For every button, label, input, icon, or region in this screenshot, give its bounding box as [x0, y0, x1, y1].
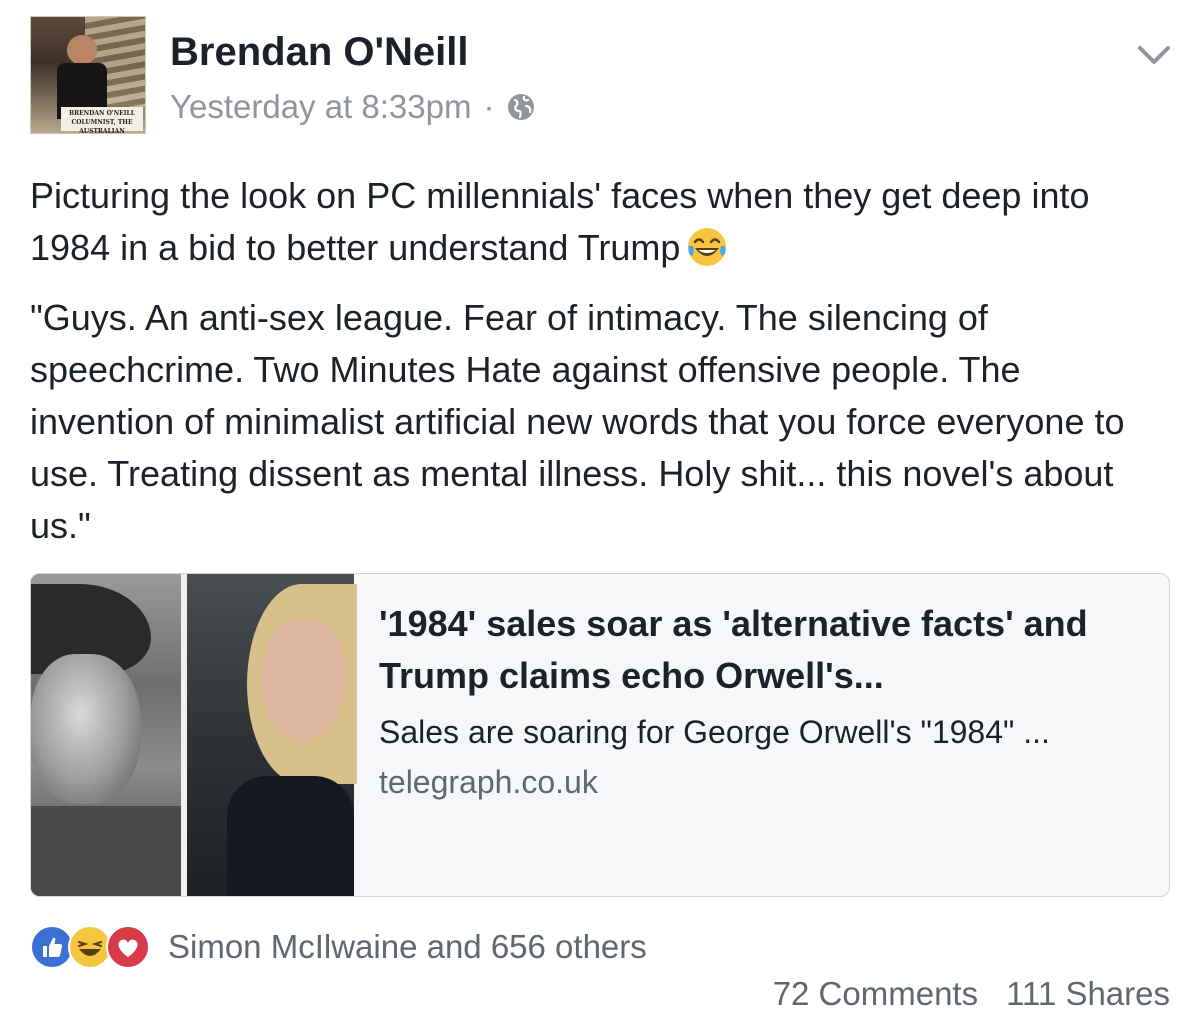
reactions-bar[interactable]: Simon McIlwaine and 656 others [30, 924, 647, 970]
tears-of-joy-emoji-icon [688, 228, 727, 266]
conway-photo [187, 574, 357, 896]
link-preview-text: '1984' sales soar as 'alternative facts'… [379, 598, 1159, 804]
author-avatar[interactable]: BRENDAN O'NEILL COLUMNIST, THE AUSTRALIA… [30, 16, 146, 134]
shares-count[interactable]: 111 Shares [1006, 975, 1170, 1012]
link-preview-card[interactable]: '1984' sales soar as 'alternative facts'… [30, 573, 1170, 897]
link-preview-image [31, 574, 357, 896]
post-text-1: Picturing the look on PC millennials' fa… [30, 175, 1090, 268]
post-body: Picturing the look on PC millennials' fa… [30, 170, 1170, 552]
photo-shape [31, 654, 141, 804]
meta-separator: · [483, 88, 495, 125]
love-icon [106, 925, 150, 969]
author-name[interactable]: Brendan O'Neill [170, 30, 468, 75]
photo-shape [227, 776, 354, 896]
post-text-paragraph-2: "Guys. An anti-sex league. Fear of intim… [30, 297, 1125, 546]
reactions-summary[interactable]: Simon McIlwaine and 656 others [168, 928, 647, 966]
post-timestamp[interactable]: Yesterday at 8:33pm [170, 88, 471, 126]
feed-post: BRENDAN O'NEILL COLUMNIST, THE AUSTRALIA… [0, 0, 1200, 1026]
post-meta: Yesterday at 8:33pm · [170, 88, 536, 126]
link-domain: telegraph.co.uk [379, 764, 598, 800]
engagement-counts: 72 Comments 111 Shares [773, 975, 1170, 1013]
comments-count[interactable]: 72 Comments [773, 975, 978, 1012]
avatar-caption-line1: BRENDAN O'NEILL [69, 110, 135, 117]
avatar-caption-line2: COLUMNIST, THE AUSTRALIAN [71, 119, 133, 134]
chevron-down-icon[interactable] [1134, 40, 1174, 70]
photo-shape [261, 620, 345, 740]
post-text-paragraph-1: Picturing the look on PC millennials' fa… [30, 170, 1170, 274]
link-description: Sales are soaring for George Orwell's "1… [379, 714, 1050, 750]
globe-icon[interactable] [506, 92, 536, 122]
link-title[interactable]: '1984' sales soar as 'alternative facts'… [379, 598, 1159, 702]
avatar-figure-head [67, 35, 97, 65]
photo-shape [31, 806, 181, 896]
orwell-photo [31, 574, 181, 896]
avatar-caption: BRENDAN O'NEILL COLUMNIST, THE AUSTRALIA… [61, 107, 143, 134]
